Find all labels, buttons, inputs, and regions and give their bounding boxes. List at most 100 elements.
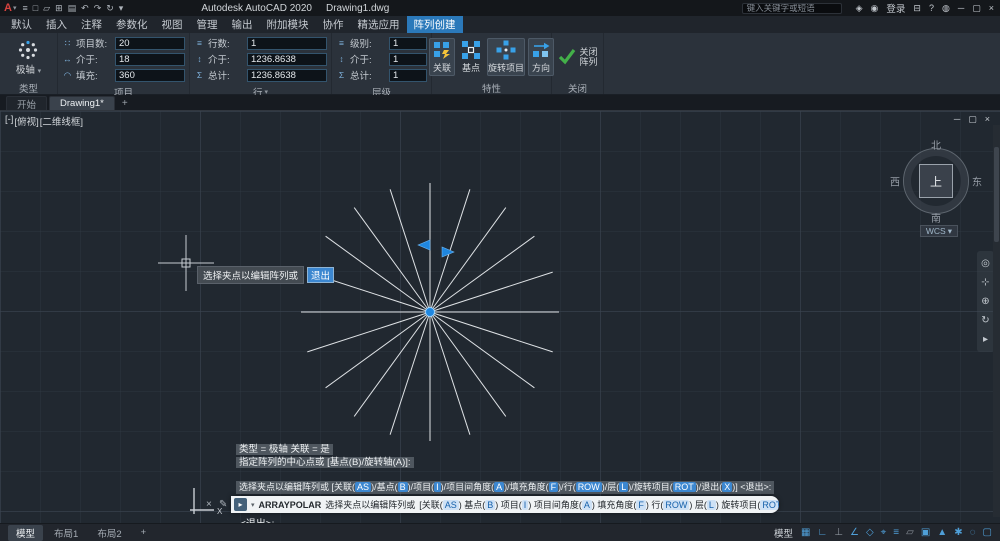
viewcube[interactable]: 上 北 南 西 东 [890, 139, 982, 225]
array-ray[interactable] [353, 311, 431, 417]
doc-restore-icon[interactable]: ▢ [968, 114, 977, 125]
app-logo[interactable]: A ▾ [4, 2, 16, 14]
cmd-option-A[interactable]: A [494, 482, 505, 492]
array-ray[interactable] [429, 207, 507, 313]
array-ray[interactable] [429, 311, 535, 389]
save-icon[interactable]: ⊞ [55, 3, 63, 14]
viewport-menu-control[interactable]: [-] [5, 114, 13, 128]
model-space-button[interactable]: 模型 [774, 526, 793, 540]
new-layout-button[interactable]: + [133, 526, 155, 539]
ribbon-tab-参数化[interactable]: 参数化 [109, 16, 155, 33]
array-ray[interactable] [429, 235, 535, 313]
associative-button[interactable]: 关联 [429, 38, 455, 76]
app-store-icon[interactable]: ⊟ [913, 3, 921, 14]
cmd-option-B[interactable]: B [485, 500, 496, 510]
steering-wheel-icon[interactable]: ◎ [981, 258, 990, 269]
pan-icon[interactable]: ⊹ [981, 277, 989, 288]
field-input[interactable] [115, 52, 185, 66]
viewport-view-control[interactable]: [俯视] [14, 114, 38, 128]
scrollbar-thumb[interactable] [994, 147, 999, 242]
field-input[interactable] [247, 68, 327, 82]
snap-icon[interactable]: ∟ [817, 527, 827, 538]
grid-icon[interactable]: ▦ [801, 527, 810, 538]
direction-button[interactable]: 方向 [528, 38, 554, 76]
file-tab-drawing1[interactable]: Drawing1* [49, 96, 115, 110]
object-snap-icon[interactable]: ⌖ [881, 527, 887, 538]
layout-tab-model[interactable]: 模型 [8, 524, 44, 541]
field-input[interactable] [247, 52, 327, 66]
help-icon[interactable]: ? [929, 3, 934, 13]
ribbon-tab-附加模块[interactable]: 附加模块 [260, 16, 316, 33]
redo-icon[interactable]: ↷ [94, 3, 102, 14]
cmd-option-L[interactable]: L [619, 482, 629, 492]
array-ray[interactable] [429, 189, 471, 313]
ribbon-tab-插入[interactable]: 插入 [39, 16, 74, 33]
array-ray[interactable] [325, 235, 431, 313]
showmotion-icon[interactable]: ▸ [983, 334, 988, 345]
field-input[interactable] [389, 52, 427, 66]
array-ray[interactable] [325, 311, 431, 389]
isodraft-icon[interactable]: ◇ [866, 527, 874, 538]
array-ray[interactable] [429, 311, 507, 417]
field-input[interactable] [389, 36, 427, 50]
undo-icon[interactable]: ↶ [81, 3, 89, 14]
notification-bell-icon[interactable]: ◍ [942, 3, 950, 14]
center-grip[interactable] [425, 307, 435, 317]
search-input[interactable]: 键入关键字或短语 [741, 2, 842, 14]
command-line[interactable]: ▸ ▾ ARRAYPOLAR 选择夹点以编辑阵列或 [关联(AS) 基点(B) … [231, 496, 779, 513]
array-ray[interactable] [429, 311, 553, 353]
ribbon-tab-输出[interactable]: 输出 [225, 16, 260, 33]
viewcube-south-label[interactable]: 南 [931, 210, 941, 225]
restore-icon[interactable]: ▢ [972, 3, 981, 14]
cmd-option-B[interactable]: B [397, 482, 408, 492]
cmd-option-AS[interactable]: AS [442, 500, 459, 510]
polar-tracking-icon[interactable]: ∠ [850, 527, 859, 538]
ribbon-tab-精选应用[interactable]: 精选应用 [351, 16, 407, 33]
open-file-icon[interactable]: ▱ [43, 3, 50, 14]
cmd-option-I[interactable]: I [434, 482, 441, 492]
drawing-canvas[interactable]: X [-] [俯视] [二维线框] ─ ▢ × 上 北 南 西 东 WCS ▾ ◎… [0, 110, 1000, 523]
new-file-icon[interactable]: □ [33, 3, 38, 13]
navigation-bar[interactable]: ◎ ⊹ ⊕ ↻ ▸ [977, 251, 994, 352]
viewcube-west-label[interactable]: 西 [890, 174, 900, 189]
ribbon-tab-阵列创建[interactable]: 阵列创建 [406, 16, 463, 33]
command-customize-icon[interactable]: ✎ [219, 499, 227, 510]
cmd-option-ROW[interactable]: ROW [575, 482, 602, 492]
field-input[interactable] [115, 36, 185, 50]
layout-tab-layout2[interactable]: 布局2 [89, 525, 129, 541]
ccw-arrow-grip[interactable] [417, 239, 431, 251]
qat-dropdown-icon[interactable]: ▾ [119, 3, 124, 14]
orbit-icon[interactable]: ↻ [981, 315, 989, 326]
cmd-option-ROT[interactable]: ROT [760, 500, 779, 510]
ribbon-tab-视图[interactable]: 视图 [155, 16, 190, 33]
viewport-visual-style-control[interactable]: [二维线框] [40, 114, 83, 128]
field-input[interactable] [389, 68, 427, 82]
array-ray[interactable] [429, 271, 553, 313]
array-ray[interactable] [307, 311, 431, 353]
close-icon[interactable]: × [989, 3, 994, 13]
cmd-option-ROT[interactable]: ROT [672, 482, 696, 492]
lineweight-icon[interactable]: ≡ [893, 527, 899, 538]
cmd-option-X[interactable]: X [722, 482, 733, 492]
ribbon-tab-协作[interactable]: 协作 [316, 16, 351, 33]
transparency-icon[interactable]: ▱ [906, 527, 914, 538]
close-array-button[interactable]: 关闭阵列 [557, 47, 599, 67]
command-prompt-icon[interactable]: ▸ [234, 498, 247, 511]
doc-minimize-icon[interactable]: ─ [954, 114, 960, 125]
array-ray[interactable] [389, 311, 431, 435]
polar-array-button[interactable]: 极轴 ▾ [16, 39, 41, 76]
annotation-scale-icon[interactable]: ▲ [937, 527, 947, 538]
layout-tab-layout1[interactable]: 布局1 [46, 525, 86, 541]
selection-cycling-icon[interactable]: ▣ [921, 527, 930, 538]
ortho-icon[interactable]: ⊥ [834, 527, 843, 538]
panel-caption-close[interactable]: 关闭 [552, 81, 603, 95]
ribbon-tab-默认[interactable]: 默认 [4, 16, 39, 33]
field-input[interactable] [247, 36, 327, 50]
cmd-option-AS[interactable]: AS [355, 482, 372, 492]
zoom-icon[interactable]: ⊕ [981, 296, 989, 307]
cmd-option-F[interactable]: F [548, 482, 559, 492]
command-recent-dropdown-icon[interactable]: ▾ [251, 501, 255, 509]
user-icon[interactable]: ◉ [871, 3, 879, 14]
cmd-option-I[interactable]: I [521, 500, 529, 510]
command-close-icon[interactable]: × [206, 499, 212, 510]
